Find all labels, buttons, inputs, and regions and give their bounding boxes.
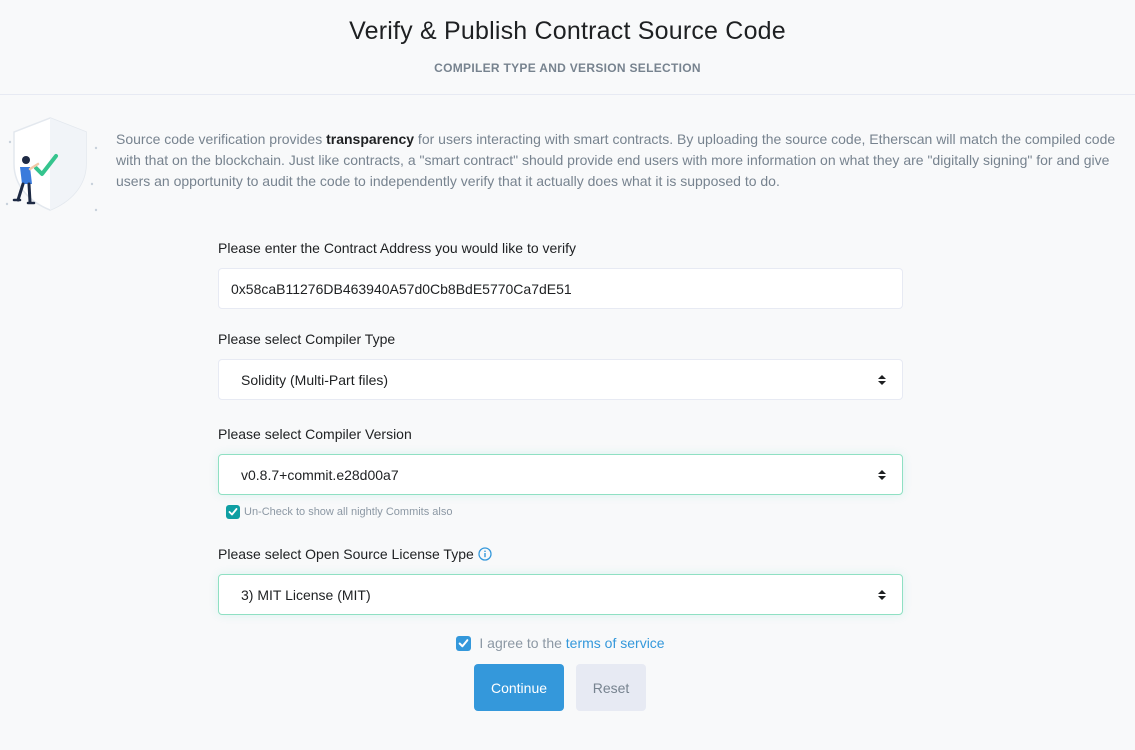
terms-of-service-link[interactable]: terms of service: [566, 635, 665, 651]
nightly-commits-label: Un-Check to show all nightly Commits als…: [244, 506, 453, 518]
select-arrows-icon: [878, 590, 886, 600]
license-type-select[interactable]: 3) MIT License (MIT): [218, 574, 903, 615]
intro-bold-term: transparency: [326, 131, 415, 147]
page-header: Verify & Publish Contract Source Code CO…: [0, 0, 1135, 95]
page-title: Verify & Publish Contract Source Code: [349, 17, 786, 45]
agree-text: I agree to the: [479, 635, 562, 651]
info-icon[interactable]: [478, 547, 492, 561]
reset-button[interactable]: Reset: [576, 664, 646, 711]
compiler-version-value: v0.8.7+commit.e28d00a7: [241, 466, 399, 483]
compiler-type-value: Solidity (Multi-Part files): [241, 371, 389, 388]
license-type-value: 3) MIT License (MIT): [241, 586, 371, 603]
check-icon: [459, 638, 469, 647]
nightly-commits-option[interactable]: Un-Check to show all nightly Commits als…: [226, 505, 452, 519]
contract-address-input[interactable]: 0x58caB11276DB463940A57d0Cb8BdE5770Ca7dE…: [218, 268, 903, 309]
select-arrows-icon: [878, 470, 886, 480]
license-type-label: Please select Open Source License Type: [218, 546, 492, 562]
page-subtitle: COMPILER TYPE AND VERSION SELECTION: [434, 61, 701, 75]
verification-illustration-icon: [5, 117, 98, 212]
select-arrows-icon: [878, 375, 886, 385]
continue-button[interactable]: Continue: [474, 664, 564, 711]
compiler-version-select[interactable]: v0.8.7+commit.e28d00a7: [218, 454, 903, 495]
intro-text: Source code verification provides transp…: [116, 131, 1116, 189]
terms-checkbox[interactable]: [456, 635, 472, 651]
compiler-type-select[interactable]: Solidity (Multi-Part files): [218, 359, 903, 400]
check-icon: [228, 508, 238, 516]
nightly-commits-checkbox[interactable]: [226, 505, 240, 519]
compiler-type-label: Please select Compiler Type: [218, 331, 396, 347]
contract-address-label: Please enter the Contract Address you wo…: [218, 240, 576, 256]
contract-address-value: 0x58caB11276DB463940A57d0Cb8BdE5770Ca7dE…: [231, 280, 572, 297]
terms-agreement: I agree to the terms of service: [218, 635, 903, 651]
compiler-version-label: Please select Compiler Version: [218, 426, 412, 442]
